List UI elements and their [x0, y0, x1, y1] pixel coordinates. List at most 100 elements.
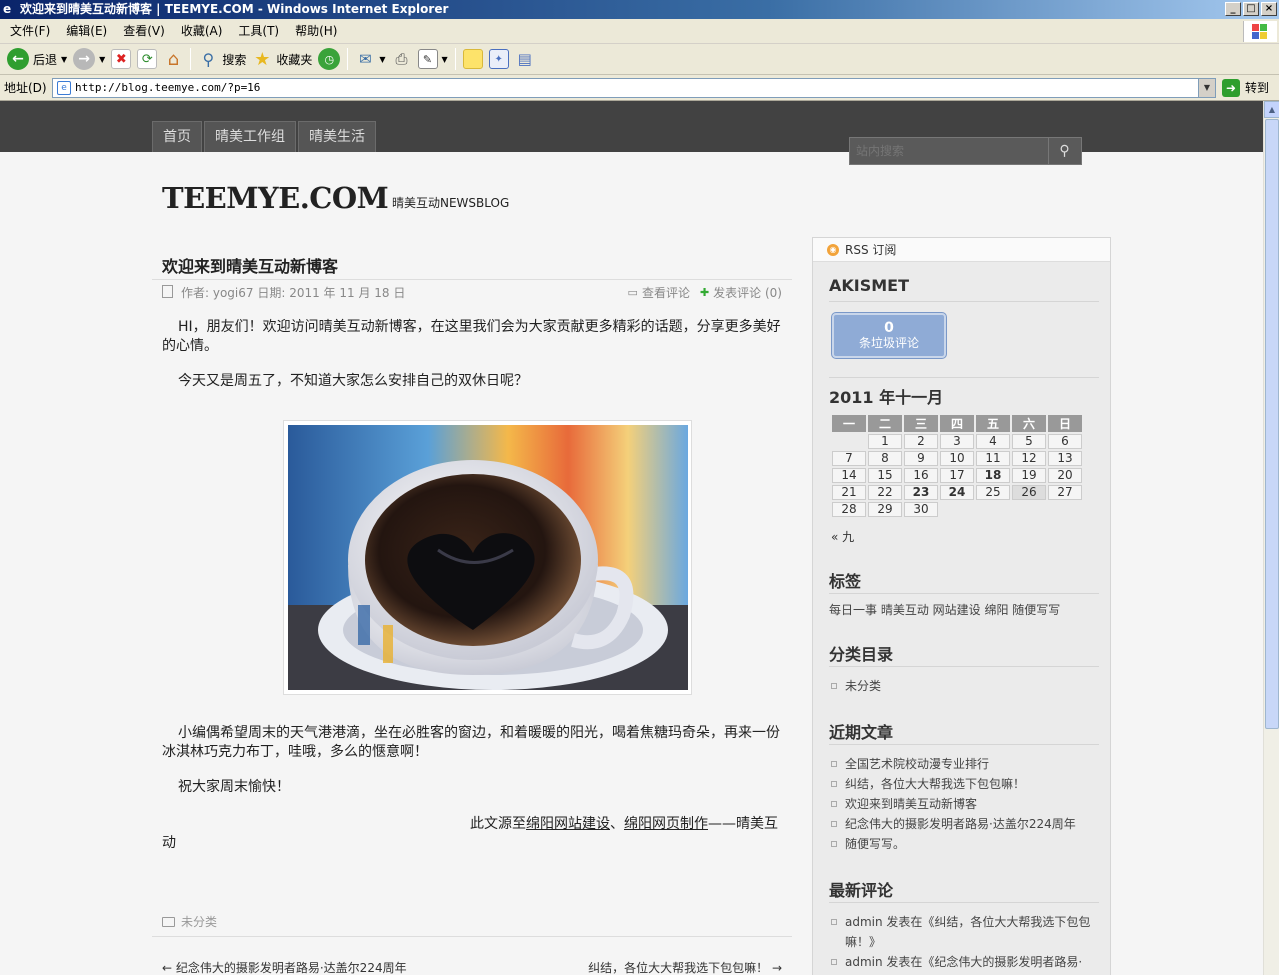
research-button[interactable]: ▤ — [512, 46, 538, 72]
divider — [829, 377, 1099, 378]
calendar-day: 15 — [868, 468, 902, 483]
discuss-button[interactable] — [460, 46, 486, 72]
nav-home[interactable]: 首页 — [152, 121, 202, 152]
stop-button[interactable]: ✖ — [108, 46, 134, 72]
add-comment-link[interactable]: ✚ 发表评论 (0) — [700, 284, 782, 301]
list-item[interactable]: 随便写写。 — [829, 834, 1076, 854]
weekday-thu: 四 — [940, 415, 974, 432]
back-dropdown-icon[interactable]: ▼ — [61, 55, 67, 64]
sidebar: ◉ RSS 订阅 AKISMET 0 条垃圾评论 2011 年十一月 一 二 三… — [812, 237, 1111, 975]
messenger-button[interactable]: ✦ — [486, 46, 512, 72]
windows-logo-icon — [1243, 21, 1277, 42]
refresh-icon: ⟳ — [137, 49, 158, 69]
recent-comments-title: 最新评论 — [829, 881, 894, 900]
calendar-day-link[interactable]: 24 — [940, 485, 974, 500]
list-item[interactable]: admin 发表在《纠结，各位大大帮我选下包包嘛！》 — [829, 912, 1091, 952]
source-link-webpage[interactable]: 绵阳网页制作 — [624, 816, 708, 832]
go-arrow-icon: ➜ — [1222, 78, 1240, 97]
weekday-mon: 一 — [832, 415, 866, 432]
scroll-up-arrow-icon[interactable]: ▲ — [1264, 101, 1279, 118]
list-item[interactable]: admin 发表在《纪念伟大的摄影发明者路易·达 — [829, 952, 1091, 975]
mail-icon: ✉ — [359, 50, 372, 68]
calendar-day: 10 — [940, 451, 974, 466]
post-meta: 作者: yogi67 日期: 2011 年 11 月 18 日 ▭ 查看评论 ✚… — [162, 284, 782, 301]
calendar-day-link[interactable]: 18 — [976, 468, 1010, 483]
menu-file[interactable]: 文件(F) — [4, 19, 56, 44]
site-search-button[interactable]: ⚲ — [1048, 138, 1080, 164]
post-category-link[interactable]: 未分类 — [181, 913, 217, 930]
post-paragraph-3: 小编偶希望周末的天气港港滴，坐在必胜客的窗边，和着暖暖的阳光，喝着焦糖玛奇朵，再… — [162, 725, 780, 760]
edit-button[interactable]: ✎ ▼ — [415, 46, 451, 72]
url-input[interactable] — [75, 81, 1195, 94]
weekday-tue: 二 — [868, 415, 902, 432]
address-dropdown-icon[interactable]: ▼ — [1198, 78, 1215, 97]
rss-link[interactable]: ◉ RSS 订阅 — [813, 238, 1110, 262]
weekday-sat: 六 — [1012, 415, 1046, 432]
post-paragraph-2: 今天又是周五了，不知道大家怎么安排自己的双休日呢？ — [178, 373, 528, 389]
next-post-link[interactable]: 纠结，各位大大帮我选下包包嘛！ → — [588, 959, 782, 975]
site-search-input[interactable] — [850, 138, 1048, 164]
list-item[interactable]: 未分类 — [829, 676, 881, 696]
calendar-day: 20 — [1048, 468, 1082, 483]
menu-favorites[interactable]: 收藏(A) — [175, 19, 229, 44]
mail-dropdown-icon[interactable]: ▼ — [379, 55, 385, 64]
view-comments-link[interactable]: ▭ 查看评论 — [628, 284, 690, 301]
calendar-day: 9 — [904, 451, 938, 466]
close-button[interactable]: × — [1261, 2, 1277, 16]
post-title[interactable]: 欢迎来到晴美互动新博客 — [162, 253, 338, 277]
home-button[interactable]: ⌂ — [160, 46, 186, 72]
mail-button[interactable]: ✉ ▼ — [352, 46, 388, 72]
address-label: 地址(D) — [4, 81, 47, 95]
bullet-icon — [831, 919, 837, 925]
menu-edit[interactable]: 编辑(E) — [60, 19, 113, 44]
tag-cloud[interactable]: 每日一事 晴美互动 网站建设 绵阳 随便写写 — [829, 601, 1060, 618]
calendar-day-today: 26 — [1012, 485, 1046, 500]
divider — [829, 902, 1099, 903]
menu-tools[interactable]: 工具(T) — [232, 19, 285, 44]
weekday-sun: 日 — [1048, 415, 1082, 432]
maximize-button[interactable]: □ — [1243, 2, 1259, 16]
source-link-website[interactable]: 绵阳网站建设 — [526, 816, 610, 832]
menu-view[interactable]: 查看(V) — [117, 19, 171, 44]
favorites-button[interactable]: ★ 收藏夹 — [249, 46, 315, 72]
menu-bar: 文件(F) 编辑(E) 查看(V) 收藏(A) 工具(T) 帮助(H) — [0, 19, 1279, 44]
list-item[interactable]: 全国艺术院校动漫专业排行 — [829, 754, 1076, 774]
forward-button[interactable]: → ▼ — [70, 46, 108, 72]
calendar-day-link[interactable]: 23 — [904, 485, 938, 500]
go-button[interactable]: ➜ 转到 — [1222, 78, 1269, 97]
site-title[interactable]: TEEMYE.COM — [162, 181, 389, 215]
minimize-button[interactable]: _ — [1225, 2, 1241, 16]
categories-title: 分类目录 — [829, 645, 894, 664]
history-button[interactable]: ◷ — [315, 46, 343, 72]
site-description: 晴美互动NEWSBLOG — [392, 196, 510, 210]
list-item[interactable]: 纠结，各位大大帮我选下包包嘛！ — [829, 774, 1076, 794]
post-paragraph-4: 祝大家周末愉快！ — [178, 779, 290, 795]
address-field[interactable]: e ▼ — [52, 77, 1216, 98]
previous-post-link[interactable]: ← 纪念伟大的摄影发明者路易·达盖尔224周年 — [162, 959, 407, 975]
home-icon: ⌂ — [167, 48, 180, 70]
akismet-counter[interactable]: 0 条垃圾评论 — [832, 313, 946, 358]
list-item[interactable]: 欢迎来到晴美互动新博客 — [829, 794, 1076, 814]
calendar-prev-month-link[interactable]: « 九 — [831, 528, 854, 545]
nav-workgroup[interactable]: 晴美工作组 — [204, 121, 296, 152]
print-button[interactable]: ⎙ — [389, 46, 415, 72]
messenger-icon: ✦ — [488, 49, 509, 69]
refresh-button[interactable]: ⟳ — [134, 46, 160, 72]
bullet-icon — [831, 841, 837, 847]
scroll-thumb[interactable] — [1265, 119, 1279, 729]
calendar-day: 8 — [868, 451, 902, 466]
vertical-scrollbar[interactable]: ▲ — [1263, 101, 1279, 975]
coffee-cup-photo — [288, 425, 688, 690]
search-button[interactable]: ⚲ 搜索 — [195, 46, 249, 72]
history-icon: ◷ — [318, 48, 341, 70]
printer-icon: ⎙ — [395, 50, 408, 68]
calendar-day — [940, 502, 974, 517]
edit-dropdown-icon[interactable]: ▼ — [442, 55, 448, 64]
list-item[interactable]: 纪念伟大的摄影发明者路易·达盖尔224周年 — [829, 814, 1076, 834]
forward-dropdown-icon[interactable]: ▼ — [99, 55, 105, 64]
calendar-day: 21 — [832, 485, 866, 500]
nav-life[interactable]: 晴美生活 — [298, 121, 376, 152]
menu-help[interactable]: 帮助(H) — [289, 19, 343, 44]
back-button[interactable]: ← 后退 ▼ — [4, 46, 70, 72]
toolbar-separator — [347, 48, 349, 70]
